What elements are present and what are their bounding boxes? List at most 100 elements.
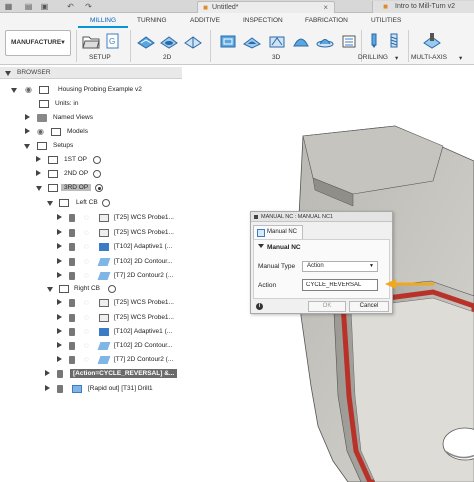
tree-item-operation[interactable]: ◌ [T25] WCS Probe1... [0,226,182,240]
eye-off-icon[interactable]: ◌ [84,328,94,336]
3d-pocket-icon[interactable] [243,33,261,49]
group-setup[interactable]: SETUP [89,54,111,61]
browser-header[interactable]: BROWSER [0,67,182,79]
tab-inspection[interactable]: INSPECTION [243,17,283,24]
3d-adaptive-icon[interactable] [219,33,237,49]
other-document-tab[interactable]: ■ Intro to Mill-Turn v2 [372,1,474,13]
group-multi-axis[interactable]: MULTI-AXIS [411,54,447,61]
section-header[interactable]: Manual NC [258,244,301,251]
ok-button[interactable]: OK [308,301,346,312]
expand-icon[interactable] [57,342,62,348]
tree-item-setup-1st-op[interactable]: 1ST OP [0,153,182,167]
3d-contour-icon[interactable] [340,33,358,49]
lock-icon[interactable] [69,342,75,350]
lock-icon[interactable] [69,272,75,280]
eye-off-icon[interactable]: ◌ [84,299,94,307]
file-icon[interactable]: ▤ [24,2,33,11]
collapse-icon[interactable] [47,287,53,292]
tree-item-operation[interactable]: ◌ [T102] Adaptive1 (... [0,240,182,254]
chevron-down-icon[interactable]: ▾ [459,54,462,62]
3d-flow-icon[interactable] [292,33,310,49]
tree-root[interactable]: ◉ Housing Probing Example v2 [0,83,182,97]
collapse-icon[interactable] [5,71,11,76]
tree-item-units[interactable]: Units: in [0,97,182,111]
expand-icon[interactable] [57,272,62,278]
eye-off-icon[interactable]: ◌ [84,342,94,350]
lock-icon[interactable] [69,214,75,222]
eye-icon[interactable]: ◉ [25,86,35,94]
tab-fabrication[interactable]: FABRICATION [305,17,348,24]
tree-item-drill[interactable]: [Rapid out] [T31] Drill1 [0,382,182,396]
multi-axis-icon[interactable] [423,33,441,49]
expand-icon[interactable] [57,328,62,334]
info-icon[interactable]: i [256,303,263,310]
new-setup-icon[interactable]: G [104,33,122,49]
tree-item-setup-3rd-op[interactable]: 3RD OP [0,181,182,195]
expand-icon[interactable] [36,170,41,176]
tree-item-right-cb[interactable]: Right CB [0,282,182,296]
tree-item-operation[interactable]: ◌ [T7] 2D Contour2 (... [0,353,182,367]
document-tab[interactable]: ■ Untitled* × [197,1,335,13]
thread-icon[interactable] [385,33,403,49]
lock-icon[interactable] [69,314,75,322]
cancel-button[interactable]: Cancel [349,301,389,312]
expand-icon[interactable] [57,314,62,320]
tab-turning[interactable]: TURNING [137,17,167,24]
lock-icon[interactable] [57,385,63,393]
chevron-down-icon[interactable]: ▾ [395,54,398,62]
eye-off-icon[interactable]: ◌ [84,258,94,266]
save-icon[interactable]: ▣ [40,2,49,11]
eye-off-icon[interactable]: ◌ [84,214,94,222]
tree-item-left-cb[interactable]: Left CB [0,196,182,210]
2d-adaptive-icon[interactable] [137,33,155,49]
tab-milling[interactable]: MILLING [90,17,116,24]
collapse-icon[interactable] [24,144,30,149]
tree-item-setups[interactable]: Setups [0,139,182,153]
eye-off-icon[interactable]: ◌ [84,272,94,280]
tree-item-operation[interactable]: ◌ [T102] Adaptive1 (... [0,325,182,339]
lock-icon[interactable] [69,258,75,266]
expand-icon[interactable] [25,114,30,120]
tree-item-operation[interactable]: ◌ [T25] WCS Probe1... [0,311,182,325]
eye-off-icon[interactable]: ◌ [84,243,94,251]
expand-icon[interactable] [45,370,50,376]
expand-icon[interactable] [57,258,62,264]
2d-pocket-icon[interactable] [160,33,178,49]
workspace-switcher[interactable]: MANUFACTURE ▼ [5,30,71,56]
tab-manual-nc[interactable]: Manual NC [253,225,303,239]
expand-icon[interactable] [57,243,62,249]
expand-icon[interactable] [57,356,62,362]
manual-type-select[interactable]: Action ▼ [302,261,378,272]
dialog-title-bar[interactable]: MANUAL NC : MANUAL NC1 [251,212,392,222]
eye-icon[interactable]: ◉ [37,128,47,136]
tree-item-models[interactable]: ◉ Models [0,125,182,139]
lock-icon[interactable] [69,328,75,336]
activate-radio[interactable] [108,285,116,293]
tab-utilities[interactable]: UTILITIES [371,17,401,24]
tree-item-operation[interactable]: ◌ [T102] 2D Contour... [0,339,182,353]
group-drilling[interactable]: DRILLING [358,54,388,61]
close-icon[interactable]: × [323,3,328,12]
activate-radio[interactable] [93,170,101,178]
tab-additive[interactable]: ADDITIVE [190,17,220,24]
tree-item-operation[interactable]: ◌ [T102] 2D Contour... [0,255,182,269]
eye-off-icon[interactable]: ◌ [84,314,94,322]
eye-off-icon[interactable]: ◌ [84,229,94,237]
tree-item-named-views[interactable]: Named Views [0,111,182,125]
eye-off-icon[interactable]: ◌ [84,356,94,364]
activate-radio[interactable] [102,199,110,207]
3d-scallop-icon[interactable] [316,33,334,49]
expand-icon[interactable] [36,156,41,162]
grid-icon[interactable]: ▦ [4,2,13,11]
lock-icon[interactable] [69,229,75,237]
collapse-icon[interactable] [47,201,53,206]
tree-item-operation[interactable]: ◌ [T25] WCS Probe1... [0,211,182,225]
tree-item-setup-2nd-op[interactable]: 2ND OP [0,167,182,181]
undo-icon[interactable]: ↶ [66,2,75,11]
tree-item-operation[interactable]: ◌ [T7] 2D Contour2 (... [0,269,182,283]
expand-icon[interactable] [57,214,62,220]
activate-radio[interactable] [95,184,103,192]
expand-icon[interactable] [57,299,62,305]
tree-item-operation[interactable]: ◌ [T25] WCS Probe1... [0,296,182,310]
face-icon[interactable] [184,33,202,49]
